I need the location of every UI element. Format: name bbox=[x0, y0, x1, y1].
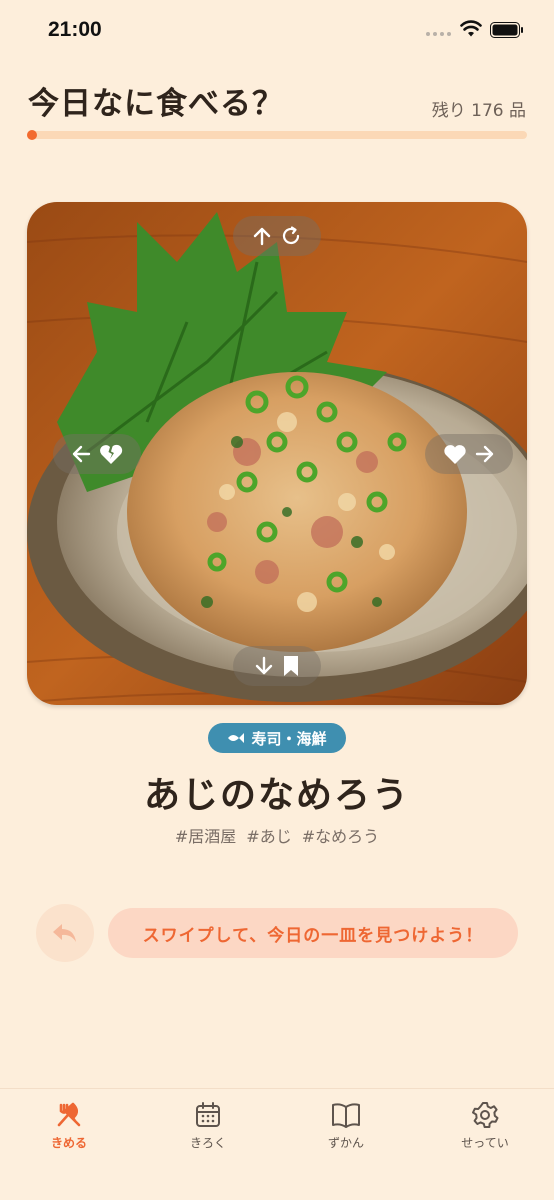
swipe-hint-banner: スワイプして、今日の一皿を見つけよう！ bbox=[108, 908, 518, 958]
category-label: 寿司・海鮮 bbox=[251, 729, 327, 748]
tab-kiroku[interactable]: きろく bbox=[158, 1101, 258, 1151]
wifi-icon bbox=[460, 20, 482, 37]
battery-icon bbox=[490, 22, 523, 38]
undo-arrow-icon bbox=[53, 924, 76, 942]
heart-icon bbox=[444, 445, 466, 464]
calendar-icon bbox=[196, 1102, 220, 1127]
tag-list: #居酒屋 #あじ #なめろう bbox=[0, 823, 554, 847]
tab-label: ずかん bbox=[327, 1136, 364, 1150]
fork-knife-icon bbox=[57, 1102, 81, 1127]
signal-icon bbox=[426, 32, 452, 38]
tag: #あじ bbox=[246, 827, 292, 846]
arrow-up-icon bbox=[253, 227, 271, 246]
arrow-down-icon bbox=[255, 656, 273, 675]
tab-bar: きめる きろく ずかん せってい bbox=[0, 1088, 554, 1200]
gear-icon bbox=[472, 1102, 499, 1128]
progress-fill bbox=[27, 130, 37, 140]
tab-label: きろく bbox=[189, 1136, 226, 1150]
swipe-down-hint bbox=[233, 646, 321, 686]
undo-button[interactable] bbox=[36, 904, 94, 962]
tab-zukan[interactable]: ずかん bbox=[296, 1101, 396, 1151]
page-title: 今日なに食べる？ bbox=[28, 86, 284, 122]
dish-name: あじのなめろう bbox=[143, 775, 410, 816]
progress-bar bbox=[27, 130, 527, 140]
swipe-left-hint bbox=[53, 434, 141, 474]
fish-icon bbox=[228, 733, 245, 743]
food-card[interactable] bbox=[27, 202, 527, 705]
swipe-up-hint bbox=[233, 216, 321, 256]
status-time: 21:00 bbox=[48, 18, 102, 41]
status-bar: 21:00 bbox=[0, 0, 554, 60]
remaining-count: 残り 176 品 bbox=[431, 101, 526, 121]
bookmark-icon bbox=[284, 656, 298, 676]
swipe-right-hint bbox=[425, 434, 513, 474]
arrow-right-icon bbox=[475, 445, 494, 463]
book-icon bbox=[332, 1103, 360, 1128]
category-badge: 寿司・海鮮 bbox=[208, 723, 346, 753]
refresh-icon bbox=[282, 226, 300, 245]
broken-heart-icon bbox=[100, 444, 123, 464]
tag: #居酒屋 bbox=[174, 827, 237, 846]
tag: #なめろう bbox=[301, 827, 380, 846]
arrow-left-icon bbox=[72, 445, 91, 463]
tab-label: きめる bbox=[50, 1136, 87, 1150]
tab-kimeru[interactable]: きめる bbox=[19, 1101, 119, 1151]
tab-label: せってい bbox=[461, 1136, 509, 1150]
tab-settei[interactable]: せってい bbox=[435, 1101, 535, 1151]
